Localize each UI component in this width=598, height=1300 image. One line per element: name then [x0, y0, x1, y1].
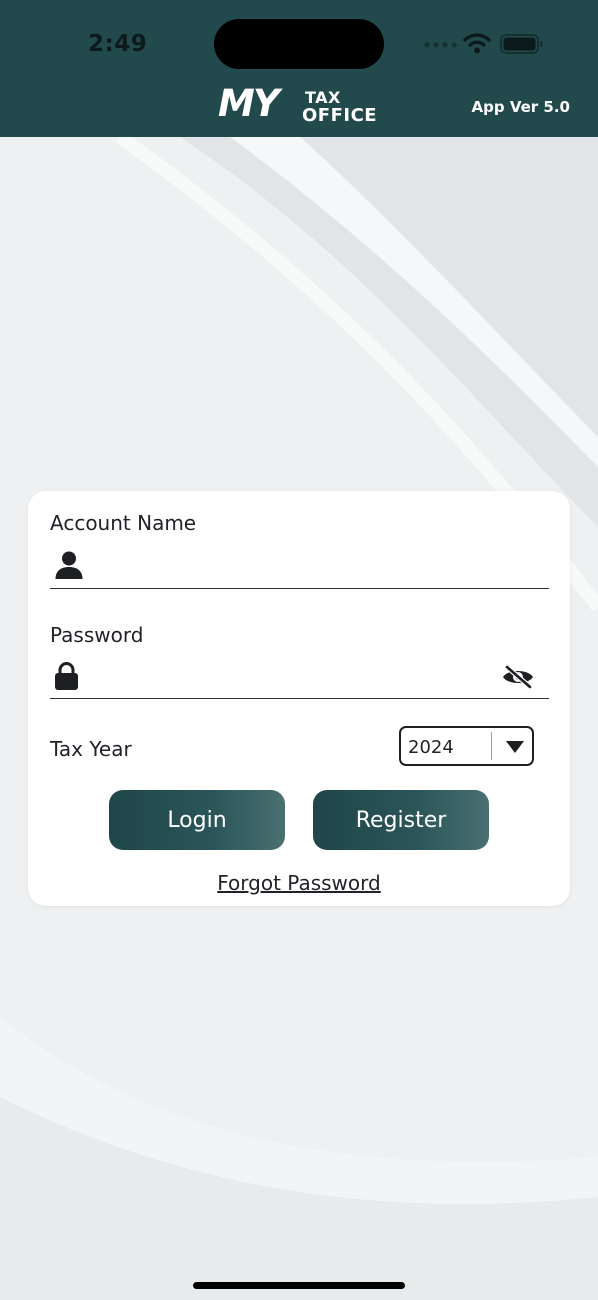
account-name-input[interactable] — [90, 549, 494, 583]
login-card: Account Name Password Tax Year 2024 Logi… — [28, 491, 570, 906]
tax-year-dropdown[interactable]: 2024 — [399, 726, 534, 766]
app-header: 2:49 MY TAX OFFICE App Ver 5.0 — [0, 0, 598, 137]
dynamic-island — [214, 19, 384, 69]
account-name-underline — [50, 588, 549, 589]
dropdown-divider — [491, 732, 492, 760]
tax-year-label: Tax Year — [50, 737, 132, 761]
tax-year-value: 2024 — [408, 737, 454, 758]
my-tax-office-logo: MY TAX OFFICE — [218, 82, 390, 126]
wifi-icon — [463, 33, 491, 54]
caret-down-icon — [506, 741, 524, 753]
register-button[interactable]: Register — [313, 790, 489, 850]
login-button[interactable]: Login — [109, 790, 285, 850]
signal-icon — [424, 42, 457, 48]
lock-icon — [55, 662, 78, 690]
eye-slash-icon[interactable] — [501, 665, 535, 689]
password-label: Password — [50, 623, 144, 647]
app-version-label: App Ver 5.0 — [471, 98, 570, 116]
account-name-label: Account Name — [50, 511, 197, 535]
forgot-password-link[interactable]: Forgot Password — [28, 871, 570, 895]
status-time: 2:49 — [88, 31, 148, 57]
password-input[interactable] — [90, 661, 494, 695]
battery-icon — [500, 34, 543, 54]
logo-office-text: OFFICE — [302, 105, 378, 126]
password-underline — [50, 698, 549, 699]
logo-my-text: MY — [218, 82, 280, 125]
home-indicator — [193, 1282, 405, 1289]
person-icon — [55, 551, 83, 579]
